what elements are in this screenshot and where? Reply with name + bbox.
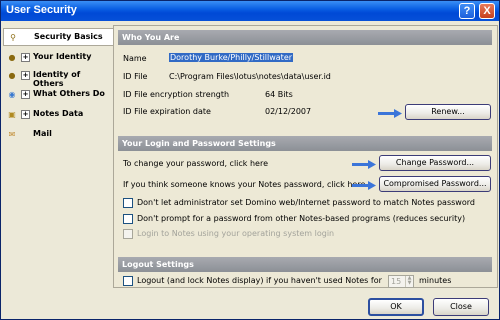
arrow-right-icon (378, 109, 402, 118)
name-label: Name (123, 54, 147, 63)
name-value[interactable]: Dorothy Burke/Philly/Stillwater (169, 53, 294, 62)
renew-button[interactable]: Renew... (405, 104, 491, 120)
sidebar-item-security-basics[interactable]: ⚲ Security Basics (3, 28, 113, 46)
id-file-value: C:\Program Files\lotus\notes\data\user.i… (169, 72, 331, 81)
expiration-date-value: 02/12/2007 (265, 107, 312, 116)
no-admin-set-web-password-label: Don't let administrator set Domino web/I… (137, 198, 475, 207)
expand-icon[interactable]: + (21, 71, 30, 80)
sidebar-item-what-others-do[interactable]: ◉ + What Others Do (3, 86, 113, 104)
os-login-checkbox[interactable] (123, 229, 133, 239)
id-file-label: ID File (123, 72, 148, 81)
encryption-strength-label: ID File encryption strength (123, 90, 230, 99)
help-button[interactable]: ? (459, 3, 475, 19)
ok-button[interactable]: OK (368, 298, 424, 316)
no-prompt-password-label: Don't prompt for a password from other N… (137, 214, 466, 223)
spinner-arrows-icon[interactable]: ▲ ▼ (405, 276, 413, 287)
sidebar-item-label: Notes Data (33, 109, 84, 118)
idle-minutes-stepper[interactable]: 15 ▲ ▼ (388, 275, 414, 288)
sidebar-item-label: Security Basics (34, 32, 103, 41)
section-header-logout: Logout Settings (118, 257, 492, 272)
os-login-label: Login to Notes using your operating syst… (137, 229, 335, 238)
idle-minutes-value: 15 (391, 277, 402, 286)
compromised-password-button[interactable]: Compromised Password... (379, 176, 491, 192)
change-password-text: To change your password, click here (123, 159, 268, 168)
change-password-button[interactable]: Change Password... (379, 155, 491, 171)
expand-icon[interactable]: + (21, 53, 30, 62)
main-panel: Who You Are Name Dorothy Burke/Philly/St… (113, 25, 498, 288)
section-header-who-you-are: Who You Are (118, 30, 492, 45)
user-security-dialog: User Security ? X ⚲ Security Basics ● + … (0, 0, 500, 320)
close-window-button[interactable]: X (479, 3, 495, 19)
logout-idle-checkbox[interactable] (123, 276, 133, 286)
sidebar: ⚲ Security Basics ● + Your Identity ● + … (3, 25, 113, 285)
expand-icon[interactable]: + (21, 110, 30, 119)
sidebar-item-your-identity[interactable]: ● + Your Identity (3, 49, 113, 67)
expiration-date-label: ID File expiration date (123, 107, 211, 116)
person-icon: ● (8, 53, 16, 62)
arrow-right-icon (352, 160, 376, 169)
sidebar-item-label: Mail (33, 129, 52, 138)
sidebar-item-label: What Others Do (33, 89, 105, 98)
mail-icon: ✉ (8, 130, 16, 139)
sidebar-item-identity-of-others[interactable]: ● + Identity of Others (3, 67, 113, 88)
titlebar[interactable]: User Security ? X (1, 1, 499, 21)
expand-icon[interactable]: + (21, 90, 30, 99)
window-title: User Security (6, 4, 77, 16)
globe-icon: ◉ (8, 90, 16, 99)
arrow-right-icon (352, 181, 376, 190)
sidebar-item-mail[interactable]: ✉ Mail (3, 126, 113, 144)
key-icon: ⚲ (10, 33, 16, 42)
section-header-login-password: Your Login and Password Settings (118, 136, 492, 151)
logout-idle-label: Logout (and lock Notes display) if you h… (137, 276, 382, 285)
no-admin-set-web-password-checkbox[interactable] (123, 198, 133, 208)
people-icon: ● (8, 71, 16, 80)
minutes-label: minutes (419, 276, 452, 285)
no-prompt-password-checkbox[interactable] (123, 214, 133, 224)
compromised-password-text: If you think someone knows your Notes pa… (123, 180, 366, 189)
sidebar-item-label: Your Identity (33, 52, 92, 61)
database-icon: ▣ (8, 110, 16, 119)
encryption-strength-value: 64 Bits (265, 90, 293, 99)
sidebar-item-notes-data[interactable]: ▣ + Notes Data (3, 106, 113, 124)
close-button[interactable]: Close (433, 298, 489, 316)
